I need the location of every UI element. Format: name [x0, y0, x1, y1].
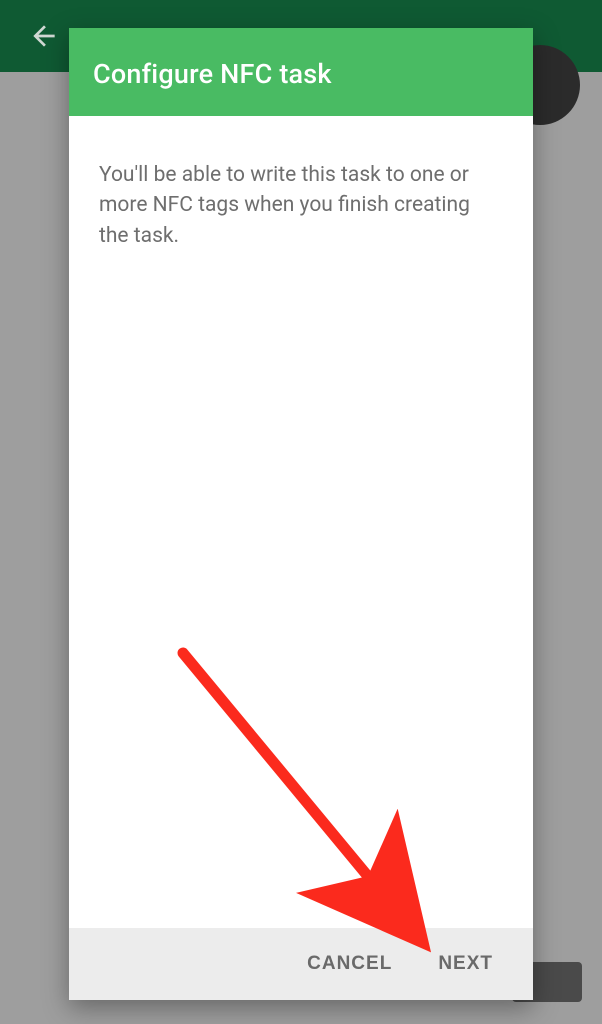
configure-nfc-dialog: Configure NFC task You'll be able to wri…: [69, 28, 533, 1000]
dialog-body-text: You'll be able to write this task to one…: [99, 160, 503, 251]
dialog-actions: CANCEL NEXT: [69, 928, 533, 1000]
cancel-button[interactable]: CANCEL: [301, 945, 398, 983]
arrow-back-icon: [28, 20, 60, 52]
dialog-title: Configure NFC task: [69, 28, 533, 116]
dialog-body: You'll be able to write this task to one…: [69, 116, 533, 928]
next-button[interactable]: NEXT: [432, 945, 499, 983]
